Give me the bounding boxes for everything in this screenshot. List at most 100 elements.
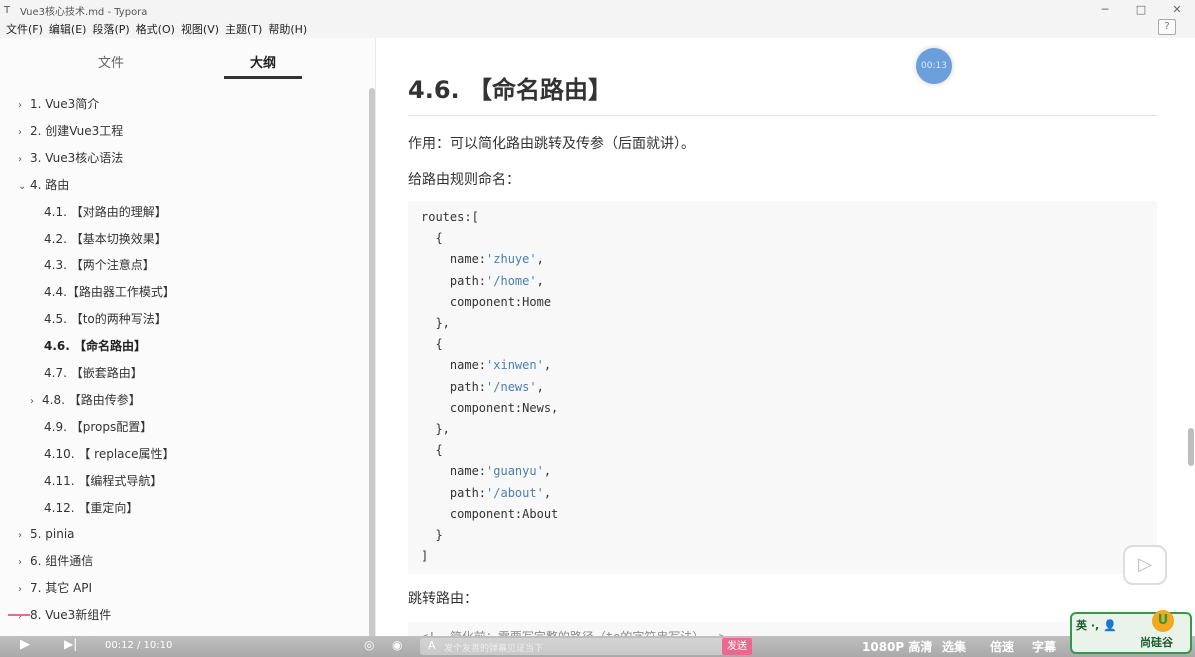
outline-item[interactable]: 4.1. 【对路由的理解】 bbox=[44, 202, 167, 222]
window-controls: ─ □ ✕ bbox=[1087, 0, 1195, 20]
outline-item[interactable]: › 6. 组件通信 bbox=[18, 551, 93, 571]
tv-icon[interactable]: ▷ bbox=[1123, 545, 1167, 585]
danmaku-toggle-icon[interactable]: ◎ bbox=[364, 638, 374, 652]
speed-button[interactable]: 倍速 bbox=[990, 638, 1014, 655]
title-bar: T Vue3核心技术.md - Typora ─ □ ✕ bbox=[0, 0, 1195, 20]
outline-item-label: 3. Vue3核心语法 bbox=[30, 150, 124, 165]
code-token: , bbox=[536, 379, 544, 394]
outline-item[interactable]: 4.4.【路由器工作模式】 bbox=[44, 282, 175, 302]
outline-item[interactable]: 4.3. 【两个注意点】 bbox=[44, 255, 155, 275]
code-token: name: bbox=[421, 358, 487, 373]
menu-file[interactable]: 文件(F) bbox=[6, 21, 43, 37]
outline-item[interactable]: › 3. Vue3核心语法 bbox=[18, 148, 123, 168]
code-string: '/news' bbox=[486, 379, 537, 394]
outline-item[interactable]: › 1. Vue3简介 bbox=[18, 94, 99, 114]
code-token: path: bbox=[421, 379, 487, 394]
editor-scrollbar[interactable] bbox=[1188, 428, 1194, 466]
danmaku-settings-icon[interactable]: ◉ bbox=[392, 638, 402, 652]
outline-item-label: 4. 路由 bbox=[30, 177, 70, 192]
outline-item-label: 4.7. 【嵌套路由】 bbox=[44, 366, 143, 380]
outline-item[interactable]: 4.11. 【编程式导航】 bbox=[44, 471, 162, 491]
code-string: '/about' bbox=[486, 485, 544, 500]
code-token: , bbox=[536, 273, 544, 288]
outline-item-label: 4.11. 【编程式导航】 bbox=[44, 473, 163, 488]
code-token: , bbox=[536, 252, 544, 267]
danmaku-input[interactable]: A 发个友善的弹幕见证当下 发送 bbox=[420, 638, 752, 655]
code-token: { bbox=[421, 337, 443, 352]
menu-help[interactable]: 帮助(H) bbox=[268, 21, 307, 37]
outline-item-label: 7. 其它 API bbox=[30, 581, 93, 596]
outline-item[interactable]: 4.5. 【to的两种写法】 bbox=[44, 309, 167, 329]
send-button[interactable]: 发送 bbox=[722, 638, 752, 655]
outline-item-label: 4.1. 【对路由的理解】 bbox=[44, 204, 167, 219]
code-line: path:'/about', bbox=[421, 483, 551, 504]
code-token: routes:[ bbox=[421, 210, 479, 224]
typora-icon: T bbox=[4, 4, 11, 16]
code-token: name: bbox=[421, 252, 487, 267]
code-token: { bbox=[421, 443, 443, 458]
window-title: Vue3核心技术.md - Typora bbox=[20, 6, 148, 18]
code-line: }, bbox=[421, 313, 449, 334]
chevron-right-icon[interactable]: › bbox=[18, 526, 30, 546]
tab-outline[interactable]: 大纲 bbox=[250, 52, 276, 71]
chevron-right-icon[interactable]: › bbox=[18, 607, 30, 627]
help-icon[interactable]: ? bbox=[1158, 19, 1176, 35]
subtitles-button[interactable]: 字幕 bbox=[1032, 638, 1056, 655]
quality-button[interactable]: 1080P 高清 bbox=[862, 638, 932, 655]
outline-item-label: 1. Vue3简介 bbox=[30, 97, 100, 111]
outline-item[interactable]: 4.10. 【 replace属性】 bbox=[44, 444, 175, 464]
code-string: 'xinwen' bbox=[486, 358, 544, 373]
chevron-right-icon[interactable]: › bbox=[18, 150, 30, 170]
menu-format[interactable]: 格式(O) bbox=[136, 21, 175, 37]
outline-item-label: 4.3. 【两个注意点】 bbox=[44, 258, 155, 273]
maximize-icon[interactable]: □ bbox=[1123, 0, 1159, 20]
outline-item[interactable]: › 8. Vue3新组件 bbox=[18, 605, 111, 625]
chevron-right-icon[interactable]: › bbox=[18, 123, 30, 143]
close-icon[interactable]: ✕ bbox=[1159, 0, 1195, 20]
menu-edit[interactable]: 编辑(E) bbox=[49, 21, 87, 37]
outline-item[interactable]: 4.12. 【重定向】 bbox=[44, 498, 138, 518]
outline-item[interactable]: › 7. 其它 API bbox=[18, 578, 92, 598]
code-line: component:News, bbox=[421, 398, 558, 419]
episodes-button[interactable]: 选集 bbox=[942, 638, 966, 655]
chevron-down-icon[interactable]: ⌄ bbox=[18, 177, 30, 197]
code-token: path: bbox=[421, 273, 487, 288]
play-icon[interactable]: ▶ bbox=[20, 637, 30, 652]
outline-item[interactable]: › 5. pinia bbox=[18, 524, 75, 544]
outline-item[interactable]: 4.2. 【基本切换效果】 bbox=[44, 229, 167, 249]
outline-item[interactable]: ⌄ 4. 路由 bbox=[18, 175, 69, 195]
chevron-right-icon[interactable]: › bbox=[18, 580, 30, 600]
chevron-right-icon[interactable]: › bbox=[18, 553, 30, 573]
outline-item[interactable]: › 4.8. 【路由传参】 bbox=[30, 390, 141, 410]
outline-item-label: 5. pinia bbox=[30, 527, 75, 542]
code-token: ] bbox=[421, 549, 429, 564]
minimize-icon[interactable]: ─ bbox=[1087, 0, 1123, 20]
editor-content: 4.6. 【命名路由】 作用：可以简化路由跳转及传参（后面就讲）。 给路由规则命… bbox=[377, 38, 1189, 638]
code-line: name:'xinwen', bbox=[421, 355, 551, 376]
code-token: component:News, bbox=[421, 400, 559, 415]
outline-item[interactable]: 4.6. 【命名路由】 bbox=[44, 336, 146, 356]
page-heading: 4.6. 【命名路由】 bbox=[408, 76, 612, 104]
code-string: 'zhuye' bbox=[486, 252, 537, 267]
code-line: path:'/home', bbox=[421, 271, 544, 292]
next-icon[interactable]: ▶| bbox=[64, 637, 77, 651]
menu-theme[interactable]: 主题(T) bbox=[225, 21, 262, 37]
outline-item-label: 4.9. 【props配置】 bbox=[44, 419, 153, 434]
outline-item-label: 8. Vue3新组件 bbox=[30, 608, 112, 623]
danmaku-style-icon[interactable]: A bbox=[428, 639, 436, 652]
code-token: , bbox=[543, 464, 552, 479]
outline-item[interactable]: › 2. 创建Vue3工程 bbox=[18, 121, 123, 141]
heading-divider bbox=[408, 115, 1157, 116]
tab-files[interactable]: 文件 bbox=[98, 52, 124, 71]
chevron-right-icon[interactable]: › bbox=[30, 392, 42, 412]
code-block[interactable]: routes:[ { name:'zhuye', path:'/home', c… bbox=[408, 201, 1157, 574]
playback-time: 00:12 / 10:10 bbox=[105, 640, 173, 651]
outline-item[interactable]: 4.9. 【props配置】 bbox=[44, 417, 152, 437]
code-line: { bbox=[421, 228, 442, 249]
menu-view[interactable]: 视图(V) bbox=[181, 21, 219, 37]
sidebar-scrollbar[interactable] bbox=[369, 88, 375, 638]
menu-paragraph[interactable]: 段落(P) bbox=[92, 21, 129, 37]
outline-item[interactable]: 4.7. 【嵌套路由】 bbox=[44, 363, 143, 383]
menu-bar: 文件(F) 编辑(E) 段落(P) 格式(O) 视图(V) 主题(T) 帮助(H… bbox=[0, 20, 1195, 38]
chevron-right-icon[interactable]: › bbox=[18, 96, 30, 116]
